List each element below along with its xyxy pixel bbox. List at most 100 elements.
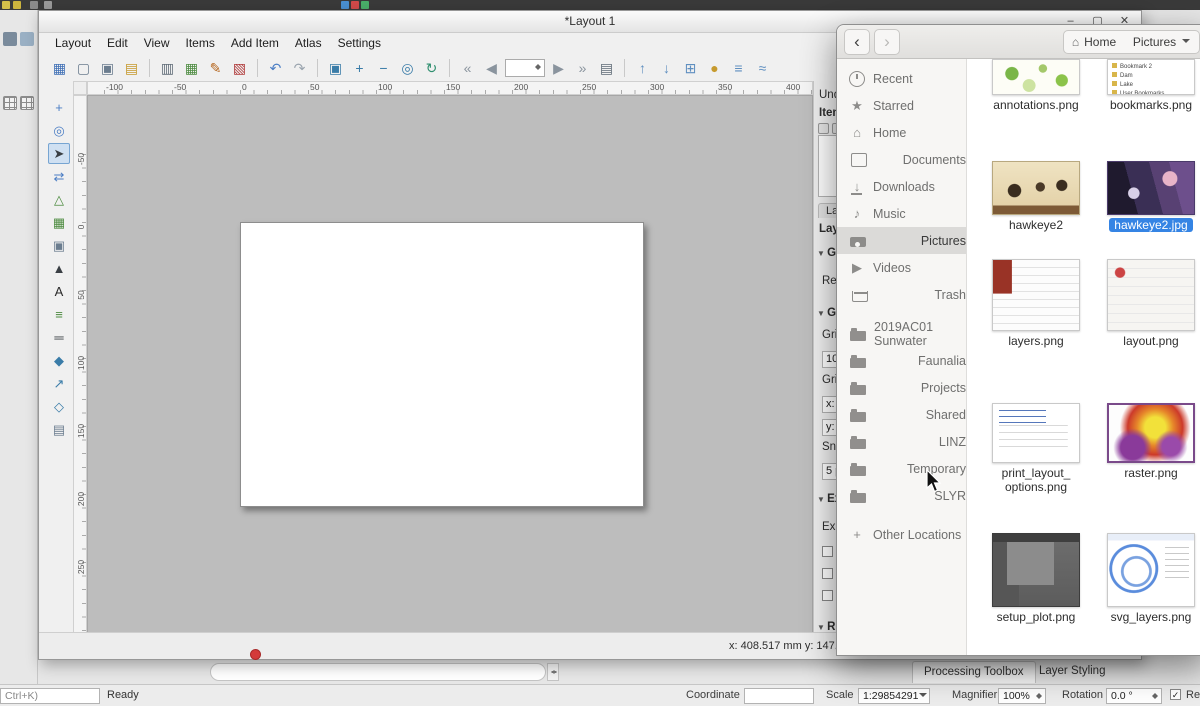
sidebar-item-pictures[interactable]: Pictures [837,227,966,254]
select-move-item-tool-icon[interactable]: ➤ [48,143,70,164]
print-icon[interactable]: ▥ [157,57,178,78]
add-label-tool-icon[interactable]: A [48,281,70,302]
dock-tab-processing-toolbox[interactable]: Processing Toolbox [912,661,1036,683]
menu-atlas[interactable]: Atlas [287,34,330,53]
atlas-prev-icon[interactable]: ◀ [481,57,502,78]
file-item[interactable]: setup_plot.png [981,533,1091,642]
edit-nodes-item-tool-icon[interactable]: △ [48,189,70,210]
lock-items-icon[interactable]: ● [704,57,725,78]
move-item-content-tool-icon[interactable]: ⇄ [48,166,70,187]
add-north-arrow-tool-icon[interactable]: ▲ [48,258,70,279]
menu-edit[interactable]: Edit [99,34,136,53]
zoom-full-icon[interactable]: ▣ [325,57,346,78]
export-pdf-icon[interactable]: ▧ [229,57,250,78]
dock-tab-layer-styling[interactable]: Layer Styling [1028,661,1116,683]
refresh-view-icon[interactable]: ↻ [421,57,442,78]
file-item[interactable]: hawkeye2.jpg [1096,161,1200,250]
forward-button[interactable] [874,29,900,55]
path-location-button[interactable]: Pictures [1124,30,1200,54]
add-table-tool-icon[interactable]: ▤ [48,419,70,440]
atlas-settings-icon[interactable]: ▤ [596,57,617,78]
add-map-tool-icon[interactable]: ▦ [48,212,70,233]
file-item[interactable]: svg_layers.png [1096,533,1200,642]
add-arrow-tool-icon[interactable]: ↗ [48,373,70,394]
sidebar-item-recent[interactable]: Recent [837,65,966,92]
sidebar-item-starred[interactable]: ★Starred [837,92,966,119]
add-legend-tool-icon[interactable]: ≡ [48,304,70,325]
group-items-icon[interactable]: ⊞ [680,57,701,78]
spin-arrows-icon[interactable] [533,61,543,73]
rotation-spinbox[interactable]: 0.0 ° [1106,688,1162,704]
align-items-icon[interactable]: ≡ [728,57,749,78]
add-shape-tool-icon[interactable]: ◆ [48,350,70,371]
menu-view[interactable]: View [136,34,178,53]
bottom-panel-spinner[interactable] [547,663,559,681]
scale-combo[interactable]: 1:29854291 [858,688,930,704]
zoom-actual-icon[interactable]: ◎ [397,57,418,78]
atlas-last-icon[interactable]: » [572,57,593,78]
qgis-tool-icon[interactable] [3,32,17,46]
sidebar-item-music[interactable]: ♪Music [837,200,966,227]
menu-items[interactable]: Items [178,34,223,53]
file-item[interactable]: Bookmark 2DamLakeUser Bookmarksbookmarks… [1096,59,1200,130]
sidebar-item-downloads[interactable]: ↓Downloads [837,173,966,200]
distribute-items-icon[interactable]: ≈ [752,57,773,78]
new-layout-icon[interactable]: ▢ [73,57,94,78]
spin-arrows-icon[interactable] [1034,690,1044,702]
layout-canvas[interactable] [87,95,813,633]
checkbox-icon[interactable] [822,568,833,579]
zoom-tool-icon[interactable]: ◎ [48,120,70,141]
file-item[interactable]: raster.png [1096,403,1200,498]
sidebar-item-documents[interactable]: Documents [837,146,966,173]
menu-add-item[interactable]: Add Item [223,34,287,53]
add-node-item-tool-icon[interactable]: ◇ [48,396,70,417]
checkbox-icon[interactable] [822,546,833,557]
render-checkbox[interactable]: ✓ [1170,689,1181,700]
pan-tool-icon[interactable]: + [48,97,70,118]
undo-icon[interactable]: ↶ [265,57,286,78]
sidebar-item-other-locations[interactable]: +Other Locations [837,521,966,548]
menu-settings[interactable]: Settings [330,34,389,53]
sidebar-item-projects[interactable]: Projects [837,374,966,401]
file-item[interactable]: layers.png [981,259,1091,366]
qgis-grid-tool-icon[interactable] [3,96,17,110]
sidebar-item-slyr[interactable]: SLYR [837,482,966,509]
raise-items-icon[interactable]: ↑ [632,57,653,78]
sidebar-item-2019ac01-sunwater[interactable]: 2019AC01 Sunwater [837,320,966,347]
path-home-button[interactable]: Home [1063,30,1125,54]
file-manager-headerbar[interactable]: Home Pictures [837,25,1200,59]
export-image-icon[interactable]: ▦ [181,57,202,78]
magnifier-spinbox[interactable]: 100% [998,688,1046,704]
menu-layout[interactable]: Layout [47,34,99,53]
file-item[interactable]: layout.png [1096,259,1200,366]
save-project-icon[interactable]: ▦ [49,57,70,78]
zoom-out-icon[interactable]: − [373,57,394,78]
zoom-in-icon[interactable]: + [349,57,370,78]
coordinate-input[interactable] [744,688,814,704]
file-item[interactable]: print_layout_ options.png [981,403,1091,498]
add-scale-bar-tool-icon[interactable]: ═ [48,327,70,348]
duplicate-layout-icon[interactable]: ▣ [97,57,118,78]
atlas-next-icon[interactable]: ▶ [548,57,569,78]
sidebar-item-linz[interactable]: LINZ [837,428,966,455]
checkbox-icon[interactable] [822,590,833,601]
sidebar-item-videos[interactable]: ▶Videos [837,254,966,281]
lower-items-icon[interactable]: ↓ [656,57,677,78]
sidebar-item-trash[interactable]: Trash [837,281,966,308]
file-item[interactable]: hawkeye2 [981,161,1091,250]
redo-icon[interactable]: ↷ [289,57,310,78]
sidebar-item-faunalia[interactable]: Faunalia [837,347,966,374]
bottom-panel-field[interactable] [210,663,546,681]
layout-manager-icon[interactable]: ▤ [121,57,142,78]
layout-page[interactable] [240,222,644,507]
locator-search-input[interactable]: Ctrl+K) [0,688,100,704]
export-svg-icon[interactable]: ✎ [205,57,226,78]
file-item[interactable]: annotations.png [981,59,1091,130]
spin-arrows-icon[interactable] [1150,690,1160,702]
qgis-tool-icon[interactable] [20,32,34,46]
back-button[interactable] [844,29,870,55]
qgis-grid-tool-icon[interactable] [20,96,34,110]
sidebar-item-shared[interactable]: Shared [837,401,966,428]
add-picture-tool-icon[interactable]: ▣ [48,235,70,256]
sidebar-item-home[interactable]: ⌂Home [837,119,966,146]
